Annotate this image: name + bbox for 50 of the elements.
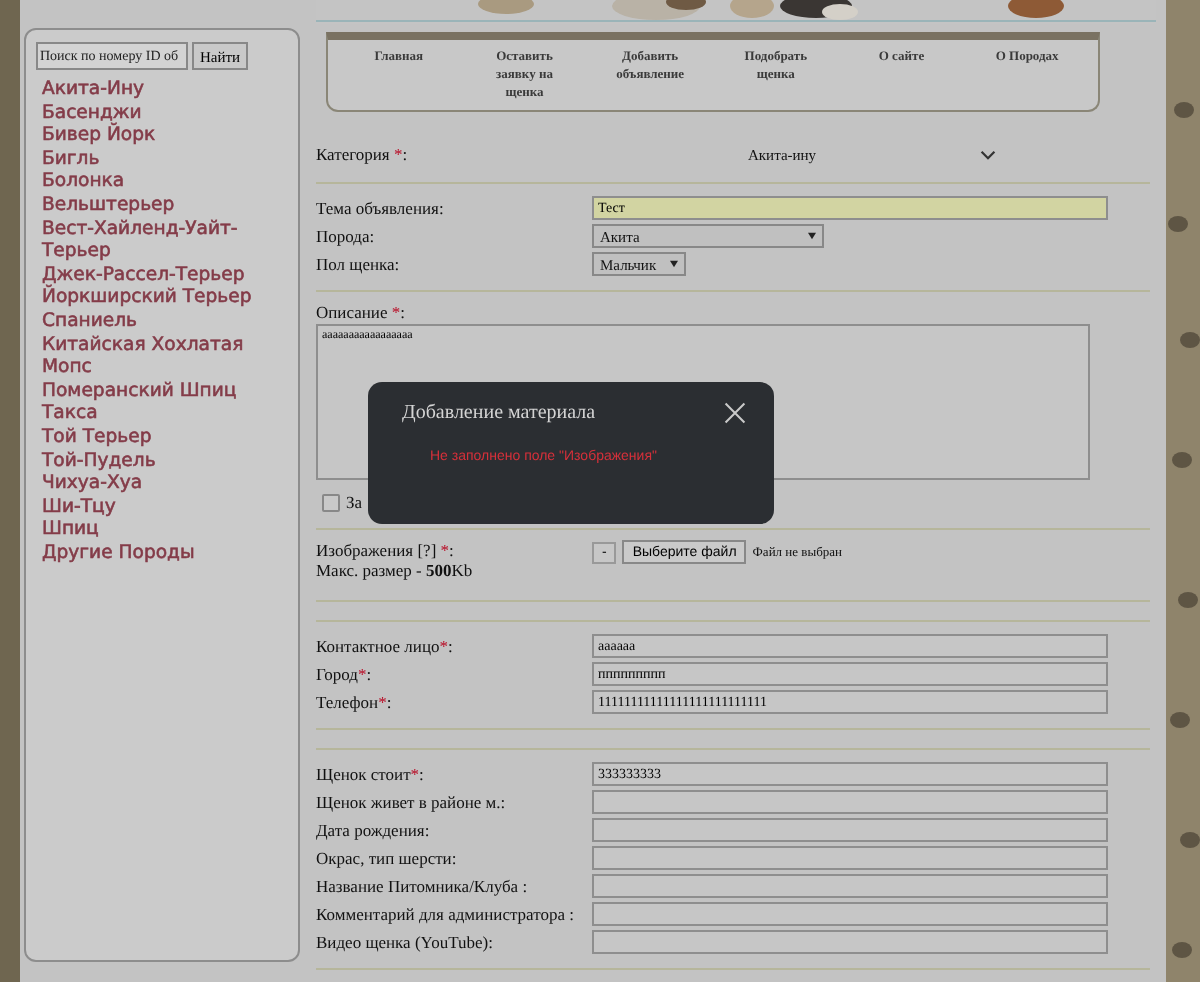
field-label: Категория *: [316, 144, 410, 164]
breed-link[interactable]: Бигль [42, 147, 290, 171]
field-label: Тема объявления: [316, 198, 446, 218]
breed-link[interactable]: Вест-Хайленд-Уайт-Терьер [42, 217, 290, 264]
checkbox-label: За [346, 492, 363, 512]
breed-link[interactable]: Спаниель [42, 309, 290, 334]
field-label: Комментарий для администратора : [316, 904, 576, 924]
breed-link[interactable]: Басенджи [42, 101, 290, 125]
breed-link[interactable]: Джек-Рассел-Терьер [42, 263, 290, 287]
checkbox[interactable] [322, 493, 340, 511]
caret-icon [808, 232, 816, 240]
breed-link[interactable]: Такса [42, 402, 290, 426]
field-label: Изображения [?] *: [316, 540, 456, 560]
breed-link[interactable]: Шпиц [42, 518, 290, 542]
text-field[interactable] [592, 790, 1108, 814]
field-label: Город*: [316, 664, 374, 684]
close-icon[interactable] [724, 402, 746, 424]
chevron-down-icon [980, 149, 996, 159]
breed-link[interactable]: Той Терьер [42, 425, 290, 449]
breed-link[interactable]: Китайская Хохлатая [42, 333, 290, 357]
size-note: Макс. размер - 500Kb [316, 560, 475, 580]
text-field[interactable] [592, 846, 1108, 870]
field-label: Дата рождения: [316, 820, 432, 840]
breed-link[interactable]: Вельштерьер [42, 193, 290, 218]
breed-link[interactable]: Ши-Тцу [42, 495, 290, 519]
field-label: Порода: [316, 226, 377, 246]
breed-link[interactable]: Бивер Йорк [42, 124, 290, 148]
text-field[interactable] [592, 902, 1108, 926]
text-field[interactable] [592, 818, 1108, 842]
breed-link[interactable]: Померанский Шпиц [42, 379, 290, 403]
modal-title: Добавление материала [402, 402, 596, 424]
field-label: Контактное лицо*: [316, 636, 455, 656]
breed-link[interactable]: Болонка [42, 170, 290, 194]
breed-link[interactable]: Йоркширский Терьер [42, 286, 290, 310]
breed-link[interactable]: Чихуа-Хуа [42, 472, 290, 496]
field-label: Окрас, тип шерсти: [316, 848, 459, 868]
breed-link[interactable]: Другие Породы [42, 541, 290, 565]
breed-link[interactable]: Мопс [42, 356, 290, 380]
field-label: Щенок живет в районе м.: [316, 792, 508, 812]
breed-link[interactable]: Акита-Ину [42, 78, 290, 102]
field-label: Пол щенка: [316, 254, 402, 274]
field-label: Описание *: [316, 302, 408, 322]
text-field[interactable] [592, 930, 1108, 954]
field-label: Щенок стоит*: [316, 764, 426, 784]
breed-link[interactable]: Той-Пудель [42, 449, 290, 473]
field-label: Название Питомника/Клуба : [316, 876, 530, 896]
field-label: Видео щенка (YouTube): [316, 932, 495, 952]
field-label: Телефон*: [316, 692, 394, 712]
text-field[interactable] [592, 874, 1108, 898]
caret-icon [670, 260, 678, 268]
